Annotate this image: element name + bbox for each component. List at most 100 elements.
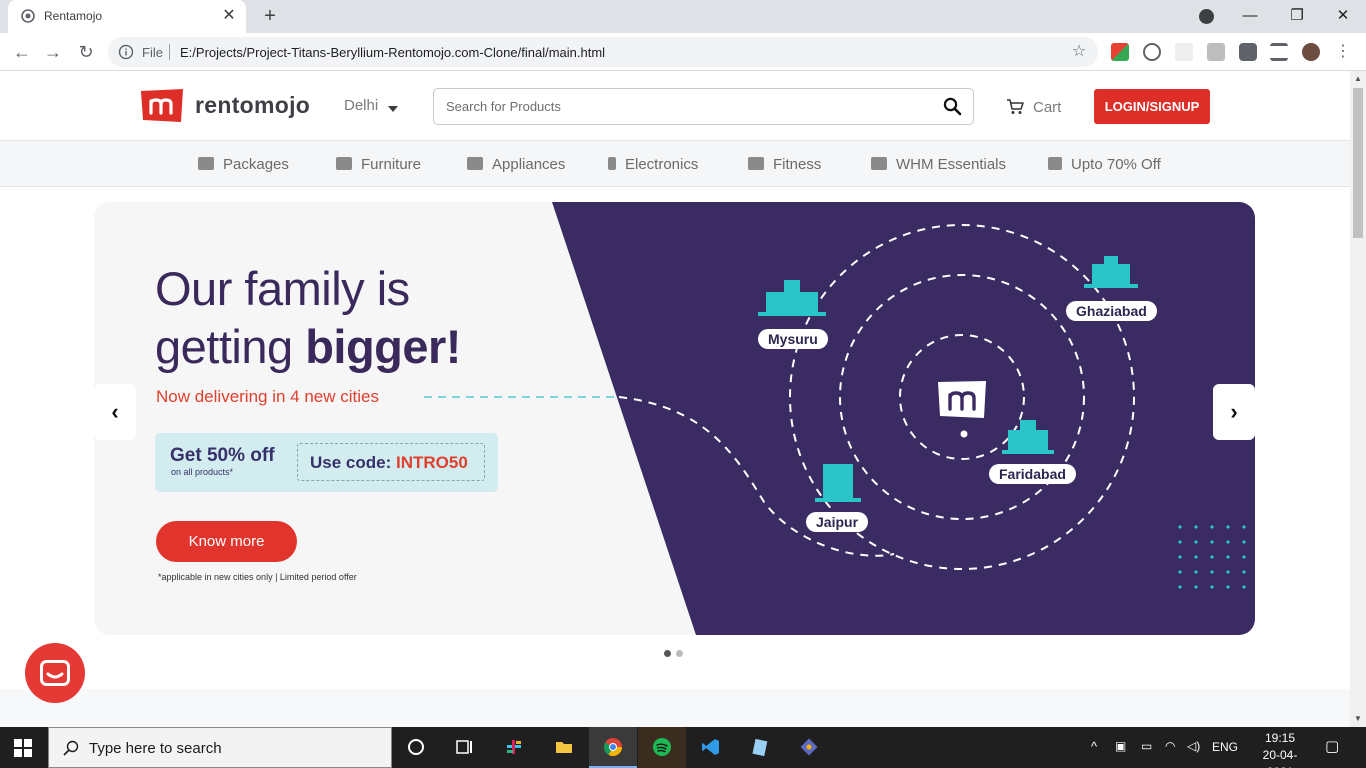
browser-tab[interactable]: Rentamojo ✕	[8, 0, 246, 33]
hero-banner[interactable]: Our family is getting bigger! Now delive…	[94, 202, 1255, 635]
packages-icon	[198, 157, 214, 170]
category-packages[interactable]: Packages	[198, 156, 289, 174]
vscode-icon	[702, 739, 719, 755]
page-scrollbar[interactable]: ▲ ▼	[1350, 71, 1366, 727]
carousel-dot-active[interactable]	[664, 650, 671, 657]
back-icon[interactable]: ←	[12, 42, 32, 62]
tab-title: Rentamojo	[44, 9, 103, 23]
puzzle-extensions-icon[interactable]	[1239, 43, 1257, 61]
url-scheme: File	[142, 45, 163, 60]
tray-app-icon[interactable]: ▣	[1115, 739, 1126, 753]
know-more-button[interactable]: Know more	[156, 521, 297, 562]
carousel-dot[interactable]	[676, 650, 683, 657]
web-page: rentomojo Delhi Cart LOGIN/SIGNUP Packag…	[0, 71, 1350, 727]
url-text[interactable]: E:/Projects/Project-Titans-Beryllium-Ren…	[180, 45, 605, 60]
next-section	[0, 689, 1350, 727]
login-signup-button[interactable]: LOGIN/SIGNUP	[1094, 89, 1210, 124]
tray-overflow-icon[interactable]: ^	[1091, 739, 1097, 754]
slack-icon	[507, 740, 521, 754]
taskbar-spotify[interactable]	[638, 727, 686, 768]
image-extension-icon[interactable]	[1207, 43, 1225, 61]
restore-icon[interactable]: ❐	[1286, 5, 1308, 27]
close-tab-icon[interactable]: ✕	[220, 7, 238, 25]
address-bar[interactable]: File E:/Projects/Project-Titans-Berylliu…	[108, 37, 1098, 67]
tab-search-icon[interactable]	[1199, 9, 1214, 24]
chat-support-button[interactable]	[25, 643, 85, 703]
language-indicator[interactable]: ENG	[1212, 740, 1238, 754]
category-label: Fitness	[773, 156, 822, 173]
category-fitness[interactable]: Fitness	[748, 156, 821, 174]
banner-headline: Our family is getting bigger!	[155, 260, 461, 376]
city-label-jaipur: Jaipur	[806, 512, 869, 532]
category-furniture[interactable]: Furniture	[336, 156, 421, 174]
taskbar-search-text: Type here to search	[89, 740, 222, 757]
blank-extension-icon[interactable]	[1175, 43, 1193, 61]
bookmark-star-icon[interactable]: ☆	[1070, 43, 1088, 61]
notepad-icon	[752, 738, 768, 757]
scroll-down-icon[interactable]: ▼	[1353, 714, 1363, 724]
bug-extension-icon[interactable]	[1143, 43, 1161, 61]
url-divider	[169, 44, 170, 60]
cortana-button[interactable]	[392, 727, 440, 768]
banner-subline: Now delivering in 4 new cities	[156, 387, 379, 406]
scroll-thumb[interactable]	[1353, 88, 1363, 238]
battery-icon[interactable]: ▭	[1141, 739, 1152, 753]
taskbar-notepad[interactable]	[736, 727, 784, 768]
close-window-icon[interactable]: ✕	[1332, 5, 1354, 27]
chevron-down-icon[interactable]	[388, 106, 398, 112]
carousel-dots	[664, 644, 688, 662]
taskbar-chrome[interactable]	[589, 727, 637, 768]
search-icon[interactable]	[943, 97, 962, 116]
category-whm-essentials[interactable]: WHM Essentials	[871, 156, 1006, 174]
browser-toolbar: ← → ↻ File E:/Projects/Project-Titans-Be…	[0, 33, 1366, 71]
search-input[interactable]	[446, 89, 926, 124]
chrome-menu-icon[interactable]: ⋮	[1335, 43, 1351, 61]
notifications-icon[interactable]: ▢	[1325, 737, 1339, 755]
category-appliances[interactable]: Appliances	[467, 156, 565, 174]
volume-icon[interactable]: ◁)	[1187, 739, 1200, 753]
wifi-icon[interactable]: ◠	[1165, 739, 1175, 753]
taskbar-clock[interactable]: 19:15 20-04-2021	[1250, 730, 1310, 768]
city-selector[interactable]: Delhi	[344, 97, 378, 114]
taskbar-git-client[interactable]	[785, 727, 833, 768]
category-label: Electronics	[625, 156, 699, 173]
appliance-icon	[467, 157, 483, 170]
category-offers[interactable]: Upto 70% Off	[1048, 156, 1161, 174]
sofa-icon	[336, 157, 352, 170]
taskbar-file-explorer[interactable]	[540, 727, 588, 768]
task-view-button[interactable]	[440, 727, 488, 768]
dumbbell-icon	[748, 157, 764, 170]
category-label: Appliances	[492, 156, 566, 173]
extension-icon[interactable]	[1111, 43, 1129, 61]
windows-taskbar: Type here to search ^ ▣ ▭ ◠ ◁) ENG 19:15…	[0, 727, 1366, 768]
taskbar-search-box[interactable]: Type here to search	[48, 727, 392, 768]
folder-icon	[556, 742, 572, 753]
coupon-prefix: Use code:	[310, 453, 396, 472]
category-electronics[interactable]: Electronics	[608, 156, 698, 174]
taskbar-slack[interactable]	[490, 727, 538, 768]
forward-icon[interactable]: →	[43, 42, 63, 62]
carousel-prev-button[interactable]: ‹	[94, 384, 136, 440]
new-tab-button[interactable]: +	[260, 6, 280, 26]
browser-tab-strip: Rentamojo ✕ + — ❐ ✕	[0, 0, 1366, 33]
scroll-up-icon[interactable]: ▲	[1353, 74, 1363, 84]
rentomojo-logo-icon[interactable]	[141, 89, 183, 122]
headline-line-2: getting bigger!	[155, 318, 461, 376]
windows-start-icon[interactable]	[14, 739, 32, 757]
reload-icon[interactable]: ↻	[76, 42, 96, 62]
media-icon[interactable]	[1270, 43, 1288, 61]
cart-icon	[1007, 99, 1024, 114]
minimize-icon[interactable]: —	[1239, 5, 1261, 27]
task-view-icon	[456, 740, 472, 754]
profile-avatar[interactable]	[1302, 43, 1320, 61]
category-label: Furniture	[361, 156, 422, 173]
carousel-next-button[interactable]: ›	[1213, 384, 1255, 440]
city-label-ghaziabad: Ghaziabad	[1066, 301, 1157, 321]
brand-name[interactable]: rentomojo	[195, 92, 310, 119]
offer-title: Get 50% off	[170, 445, 275, 466]
info-icon[interactable]	[118, 44, 134, 60]
phone-icon	[608, 157, 616, 170]
taskbar-vscode[interactable]	[687, 727, 735, 768]
coupon-code: Use code: INTRO50	[297, 443, 485, 481]
category-label: Packages	[223, 156, 289, 173]
